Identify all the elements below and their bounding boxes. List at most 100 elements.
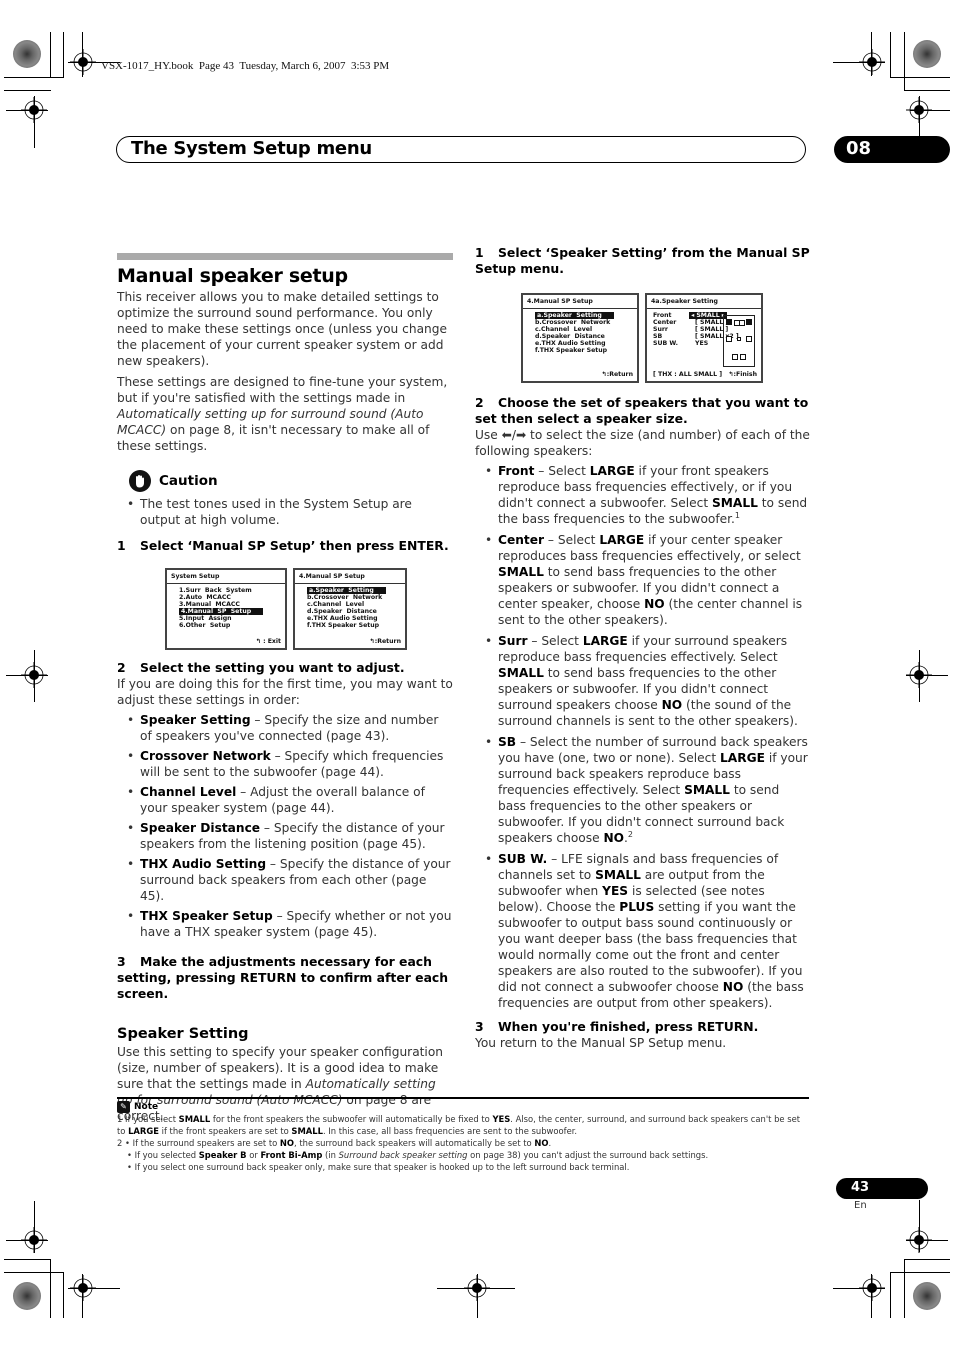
speakers-list: Front – Select LARGE if your front speak…: [475, 463, 811, 1011]
osd-manual-sp-setup: 4.Manual SP Setup a.Speaker Setting b.Cro…: [293, 568, 407, 650]
crop-line: [919, 650, 920, 702]
crop-line: [904, 1259, 950, 1260]
crop-line: [906, 1240, 948, 1241]
crop-line: [904, 90, 950, 91]
setting-term: Crossover Network: [140, 749, 271, 763]
osd-menu-item: a.Speaker Setting: [535, 312, 637, 319]
step-2-text: If you are doing this for the first time…: [117, 677, 453, 707]
osd-menu-item: 4.Manual SP Setup: [179, 608, 285, 615]
crop-line: [4, 1272, 64, 1273]
setting-item: THX Audio Setting – Specify the distance…: [117, 856, 453, 904]
osd-menu-item: f.THX Speaker Setup: [535, 347, 608, 354]
setting-item: Channel Level – Adjust the overall balan…: [117, 784, 453, 816]
osd-menu-item: e.THX Audio Setting: [307, 615, 378, 622]
speaker-front-left-icon: [726, 319, 732, 325]
setting-item: Crossover Network – Specify which freque…: [117, 748, 453, 780]
crop-line: [4, 90, 51, 91]
crop-line: [437, 1288, 515, 1289]
osd-menu-item: d.Speaker Distance: [535, 333, 605, 340]
speaker-item: SB – Select the number of surround back …: [475, 734, 811, 846]
osd-manual-sp-setup: 4.Manual SP Setup a.Speaker Setting b.Cro…: [521, 293, 639, 383]
osd-speaker-label: SUB W.: [653, 340, 679, 347]
crop-line: [68, 1288, 120, 1289]
crop-line: [82, 32, 83, 77]
osd-menu: 1.Surr Back System 2.Auto MCACC 3.Manual M…: [167, 584, 285, 629]
crop-line: [890, 1272, 891, 1318]
intro-paragraph: This receiver allows you to make detaile…: [117, 290, 448, 368]
note-rule: [117, 1097, 809, 1099]
speaker-item: Center – Select LARGE if your center spe…: [475, 532, 811, 628]
step-3-text: You return to the Manual SP Setup menu.: [475, 1036, 727, 1050]
osd-speaker-label: Surr: [653, 326, 668, 333]
speaker-term: SB: [498, 735, 517, 749]
osd-menu-item-selected: a.Speaker Setting: [535, 312, 614, 319]
osd-speaker-setting: 4a.Speaker Setting Front ◂ SMALL ▸ Center […: [645, 293, 763, 383]
note-line: • If you select one surround back speake…: [127, 1162, 630, 1172]
settings-list: Speaker Setting – Specify the size and n…: [117, 712, 453, 940]
crop-line: [63, 1272, 64, 1318]
note-line: 1 If you select SMALL for the front spea…: [117, 1114, 801, 1136]
crop-line: [919, 1200, 920, 1252]
step-1: 1 Select ‘Manual SP Setup’ then press ENT…: [117, 538, 449, 553]
osd-menu-item-selected: a.Speaker Setting: [307, 587, 386, 594]
osd-speaker-label: Front: [653, 312, 672, 319]
right-column: 1 Select ‘Speaker Setting’ from the Manua…: [475, 245, 811, 1056]
caution-list: The test tones used in the System Setup …: [117, 496, 453, 528]
osd-system-setup: System Setup 1.Surr Back System 2.Auto MC…: [165, 568, 287, 650]
osd-menu-item: c.Channel Level: [307, 601, 365, 608]
speaker-surround-back-left-icon: [732, 354, 738, 360]
crop-line: [871, 32, 872, 76]
setting-term: THX Audio Setting: [140, 857, 267, 871]
chapter-number: 08: [846, 138, 872, 159]
crop-line: [6, 1240, 48, 1241]
setting-term: Speaker Setting: [140, 713, 251, 727]
osd-menu-item-selected: 4.Manual SP Setup: [179, 608, 264, 615]
osd-speaker-value: ◂ SMALL ▸: [689, 312, 727, 319]
crop-line: [890, 77, 950, 78]
book-info: VSX-1017_HY.book Page 43 Tuesday, March …: [101, 60, 390, 72]
crop-line: [6, 110, 48, 111]
intro-paragraph-2: These settings are designed to fine-tune…: [117, 375, 448, 453]
osd-footer: ↰:Return: [601, 371, 633, 378]
crop-line: [477, 1274, 478, 1318]
osd-screens: System Setup 1.Surr Back System 2.Auto MC…: [165, 568, 453, 650]
setting-term: THX Speaker Setup: [140, 909, 273, 923]
crop-line: [34, 1201, 35, 1253]
osd-menu-item: 1.Surr Back System: [179, 587, 252, 594]
osd-speaker-label: SB: [653, 333, 663, 340]
speaker-layout-diagram: [723, 315, 755, 367]
crop-line: [6, 675, 48, 676]
crop-line: [4, 77, 64, 78]
osd-menu-item: 6.Other Setup: [179, 622, 231, 629]
note-lines: 1 If you select SMALL for the front spea…: [117, 1113, 809, 1173]
speaker-surround-left-icon: [726, 336, 732, 342]
setting-item: THX Speaker Setup – Specify whether or n…: [117, 908, 453, 940]
speaker-term: Center: [498, 533, 544, 547]
osd-menu-item: f.THX Speaker Setup: [307, 622, 380, 629]
speaker-front-right-icon: [746, 319, 752, 325]
section-rule: [117, 253, 453, 260]
note-label: Note: [134, 1102, 159, 1112]
step-1: 1 Select ‘Speaker Setting’ from the Manua…: [475, 245, 810, 276]
osd-menu-item: 2.Auto MCACC: [179, 594, 231, 601]
crop-line: [910, 110, 950, 111]
speaker-item: SUB W. – LFE signals and bass frequencie…: [475, 851, 811, 1011]
page-language: En: [854, 1200, 867, 1211]
setting-item: Speaker Distance – Specify the distance …: [117, 820, 453, 852]
crop-line: [50, 32, 51, 77]
crop-line: [919, 96, 920, 136]
listener-icon: [737, 337, 741, 341]
osd-menu: a.Speaker Setting b.Crossover Network c.Ch…: [295, 584, 405, 629]
speaker-term: SUB W.: [498, 852, 548, 866]
osd-title: System Setup: [167, 570, 285, 584]
step-2: 2 Select the setting you want to adjust.: [117, 660, 405, 675]
crop-line: [50, 1259, 51, 1318]
osd-menu-item: a.Speaker Setting: [307, 587, 405, 594]
speaker-surround-back-right-icon: [740, 354, 746, 360]
registration-disc-icon: [13, 1282, 41, 1310]
header-title: The System Setup menu: [131, 138, 372, 159]
step-3: 3 When you're finished, press RETURN.: [475, 1019, 759, 1034]
page-number-badge: [836, 1178, 928, 1199]
step-2: 2 Choose the set of speakers that you wan…: [475, 395, 809, 426]
crop-line: [890, 1272, 950, 1273]
